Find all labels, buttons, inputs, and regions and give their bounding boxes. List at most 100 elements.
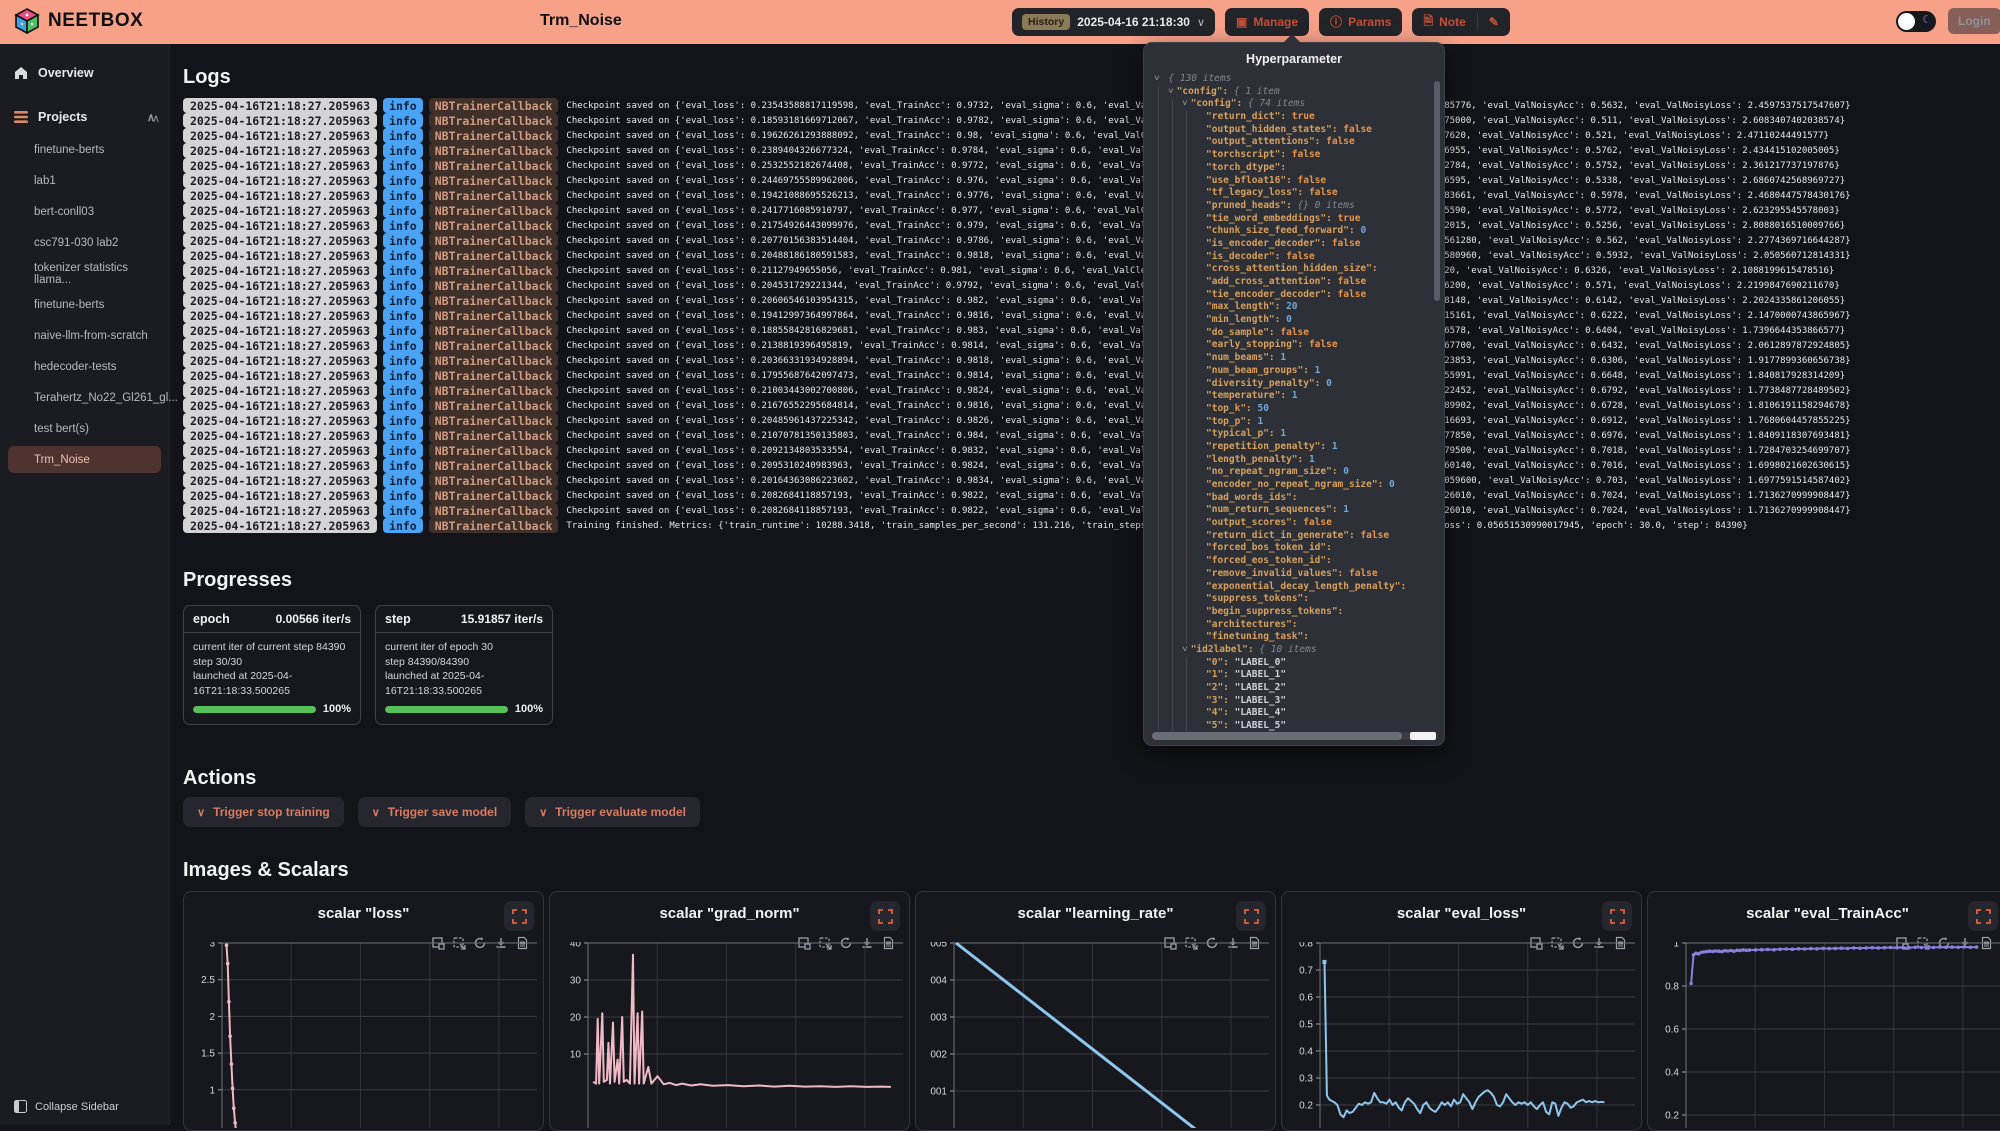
hyperparameter-tree-row[interactable]: "cross_attention_hidden_size": bbox=[1154, 263, 1430, 276]
sidebar-project-item[interactable]: hedecoder-tests bbox=[8, 353, 161, 380]
note-button[interactable]: 🗎 Note bbox=[1412, 8, 1476, 36]
hyperparameter-tree-row[interactable]: "suppress_tokens": bbox=[1154, 593, 1430, 606]
chart-plot[interactable]: 0.80.70.60.50.40.30.2 bbox=[1290, 942, 1635, 1128]
history-dropdown[interactable]: History 2025-04-16 21:18:30 ∨ bbox=[1012, 8, 1215, 36]
hyperparameter-tree-row[interactable]: "max_length": 20 bbox=[1154, 301, 1430, 314]
login-button[interactable]: Login bbox=[1948, 8, 2000, 34]
sidebar-project-item[interactable]: lab1 bbox=[8, 167, 161, 194]
popup-horizontal-scrollbar[interactable] bbox=[1152, 732, 1436, 740]
hyperparameter-tree-row[interactable]: "typical_p": 1 bbox=[1154, 428, 1430, 441]
hyperparameter-tree-row[interactable]: "num_beams": 1 bbox=[1154, 352, 1430, 365]
hyperparameter-tree-row[interactable]: "architectures": bbox=[1154, 619, 1430, 632]
edit-note-button[interactable]: ✎ bbox=[1478, 8, 1510, 36]
sidebar-item-overview[interactable]: Overview bbox=[0, 60, 169, 86]
tree-collapse-icon[interactable]: ˅ bbox=[1182, 98, 1188, 109]
sidebar-project-item[interactable]: csc791-030 lab2 bbox=[8, 229, 161, 256]
hyperparameter-tree-row[interactable]: ˅"config": { 1 item bbox=[1154, 86, 1430, 99]
sidebar-project-item[interactable]: bert-conll03 bbox=[8, 198, 161, 225]
expand-chart-button[interactable] bbox=[870, 901, 900, 931]
theme-toggle[interactable]: ☾ bbox=[1896, 11, 1936, 32]
chart-plot[interactable]: 40302010 bbox=[558, 942, 903, 1128]
hyperparameter-tree-row[interactable]: "num_beam_groups": 1 bbox=[1154, 365, 1430, 378]
sidebar-project-item[interactable]: finetune-berts bbox=[8, 291, 161, 318]
tree-key: "min_length": bbox=[1206, 314, 1280, 325]
hyperparameter-tree-row[interactable]: "1": "LABEL_1" bbox=[1154, 669, 1430, 682]
params-button[interactable]: ⓘ Params bbox=[1319, 8, 1402, 36]
popup-vertical-scrollbar[interactable] bbox=[1434, 81, 1440, 301]
hyperparameter-tree-row[interactable]: "output_attentions": false bbox=[1154, 136, 1430, 149]
hyperparameter-tree-row[interactable]: "top_p": 1 bbox=[1154, 416, 1430, 429]
hyperparameter-tree-row[interactable]: "bad_words_ids": bbox=[1154, 492, 1430, 505]
hyperparameter-tree-row[interactable]: "0": "LABEL_0" bbox=[1154, 657, 1430, 670]
expand-chart-button[interactable] bbox=[1602, 901, 1632, 931]
hyperparameter-tree-row[interactable]: "early_stopping": false bbox=[1154, 339, 1430, 352]
hyperparameter-tree-row[interactable]: "use_bfloat16": false bbox=[1154, 175, 1430, 188]
hyperparameter-tree-row[interactable]: "encoder_no_repeat_ngram_size": 0 bbox=[1154, 479, 1430, 492]
chart-plot[interactable]: 32.521.51 bbox=[192, 942, 537, 1128]
hyperparameter-tree-row[interactable]: "torchscript": false bbox=[1154, 149, 1430, 162]
hyperparameter-tree-row[interactable]: "min_length": 0 bbox=[1154, 314, 1430, 327]
hyperparameter-tree-row[interactable]: "remove_invalid_values": false bbox=[1154, 568, 1430, 581]
hyperparameter-tree-row[interactable]: "chunk_size_feed_forward": 0 bbox=[1154, 225, 1430, 238]
tree-value: 0 bbox=[1383, 479, 1394, 490]
collapse-sidebar-button[interactable]: Collapse Sidebar bbox=[0, 1100, 170, 1113]
hyperparameter-tree-row[interactable]: "do_sample": false bbox=[1154, 327, 1430, 340]
sidebar-item-projects[interactable]: Projects ∧ bbox=[0, 104, 169, 130]
trigger-action-button[interactable]: ∨Trigger save model bbox=[358, 797, 511, 827]
hyperparameter-tree-row[interactable]: "no_repeat_ngram_size": 0 bbox=[1154, 466, 1430, 479]
sidebar-project-item[interactable]: tokenizer statistics llama... bbox=[8, 260, 161, 287]
hyperparameter-tree-row[interactable]: "return_dict_in_generate": false bbox=[1154, 530, 1430, 543]
hyperparameter-tree-row[interactable]: "repetition_penalty": 1 bbox=[1154, 441, 1430, 454]
hyperparameter-tree-row[interactable]: "add_cross_attention": false bbox=[1154, 276, 1430, 289]
hyperparameter-tree-row[interactable]: "output_scores": false bbox=[1154, 517, 1430, 530]
trigger-action-button[interactable]: ∨Trigger stop training bbox=[183, 797, 344, 827]
tree-collapse-icon[interactable]: ˅ bbox=[1182, 644, 1188, 655]
moon-icon: ☾ bbox=[1922, 13, 1932, 26]
hyperparameter-tree-row[interactable]: "5": "LABEL_5" bbox=[1154, 720, 1430, 731]
hyperparameter-tree-row[interactable]: "top_k": 50 bbox=[1154, 403, 1430, 416]
hyperparameter-tree-row[interactable]: "num_return_sequences": 1 bbox=[1154, 504, 1430, 517]
sidebar-project-item[interactable]: test bert(s) bbox=[8, 415, 161, 442]
expand-chart-button[interactable] bbox=[1236, 901, 1266, 931]
log-timestamp-badge: 2025-04-16T21:18:27.205963 bbox=[183, 518, 377, 533]
hyperparameter-tree-row[interactable]: "4": "LABEL_4" bbox=[1154, 707, 1430, 720]
tree-collapse-icon[interactable]: ˅ bbox=[1168, 86, 1174, 97]
sidebar-project-item[interactable]: finetune-berts bbox=[8, 136, 161, 163]
sidebar-project-item[interactable]: Trm_Noise bbox=[8, 446, 161, 473]
hyperparameter-tree-row[interactable]: "tie_encoder_decoder": false bbox=[1154, 289, 1430, 302]
trigger-action-button[interactable]: ∨Trigger evaluate model bbox=[525, 797, 700, 827]
hyperparameter-tree-row[interactable]: ˅"config": { 74 items bbox=[1154, 98, 1430, 111]
hscroll-thumb[interactable] bbox=[1152, 732, 1402, 740]
expand-chart-button[interactable] bbox=[504, 901, 534, 931]
chart-plot[interactable]: 005004003002001 bbox=[924, 942, 1269, 1128]
hyperparameter-tree-row[interactable]: ˅"id2label": { 10 items bbox=[1154, 644, 1430, 657]
log-level-badge: info bbox=[383, 248, 423, 263]
expand-chart-button[interactable] bbox=[1968, 901, 1998, 931]
collapse-logs-chevron[interactable]: ∧ bbox=[152, 112, 160, 125]
hyperparameter-tree-row[interactable]: "is_encoder_decoder": false bbox=[1154, 238, 1430, 251]
hyperparameter-tree-row[interactable]: "return_dict": true bbox=[1154, 111, 1430, 124]
hyperparameter-tree-row[interactable]: "3": "LABEL_3" bbox=[1154, 695, 1430, 708]
hyperparameter-tree-row[interactable]: "exponential_decay_length_penalty": bbox=[1154, 581, 1430, 594]
hyperparameter-tree-row[interactable]: "begin_suppress_tokens": bbox=[1154, 606, 1430, 619]
hyperparameter-tree-row[interactable]: "torch_dtype": bbox=[1154, 162, 1430, 175]
hyperparameter-tree-row[interactable]: "2": "LABEL_2" bbox=[1154, 682, 1430, 695]
manage-button[interactable]: ▣ Manage bbox=[1225, 8, 1309, 36]
hyperparameter-tree-row[interactable]: "is_decoder": false bbox=[1154, 251, 1430, 264]
hyperparameter-tree-row[interactable]: "length_penalty": 1 bbox=[1154, 454, 1430, 467]
hyperparameter-tree-row[interactable]: "temperature": 1 bbox=[1154, 390, 1430, 403]
hyperparameter-tree-row[interactable]: "forced_bos_token_id": bbox=[1154, 542, 1430, 555]
hyperparameter-tree-row[interactable]: "output_hidden_states": false bbox=[1154, 124, 1430, 137]
tree-collapse-icon[interactable]: ˅ bbox=[1154, 73, 1160, 84]
sidebar-project-item[interactable]: naive-llm-from-scratch bbox=[8, 322, 161, 349]
hyperparameter-tree-row[interactable]: "forced_eos_token_id": bbox=[1154, 555, 1430, 568]
sidebar-project-item[interactable]: Terahertz_No22_Gl261_gl... bbox=[8, 384, 161, 411]
tree-value: false bbox=[1338, 124, 1372, 135]
chart-plot[interactable]: 10.80.60.40.2 bbox=[1656, 942, 2000, 1128]
hyperparameter-tree-row[interactable]: "tf_legacy_loss": false bbox=[1154, 187, 1430, 200]
hyperparameter-tree-row[interactable]: "finetuning_task": bbox=[1154, 631, 1430, 644]
hyperparameter-tree-row[interactable]: "tie_word_embeddings": true bbox=[1154, 213, 1430, 226]
hyperparameter-tree-row[interactable]: "pruned_heads": {} 0 items bbox=[1154, 200, 1430, 213]
hyperparameter-tree-row[interactable]: ˅ { 130 items bbox=[1154, 73, 1430, 86]
hyperparameter-tree-row[interactable]: "diversity_penalty": 0 bbox=[1154, 378, 1430, 391]
